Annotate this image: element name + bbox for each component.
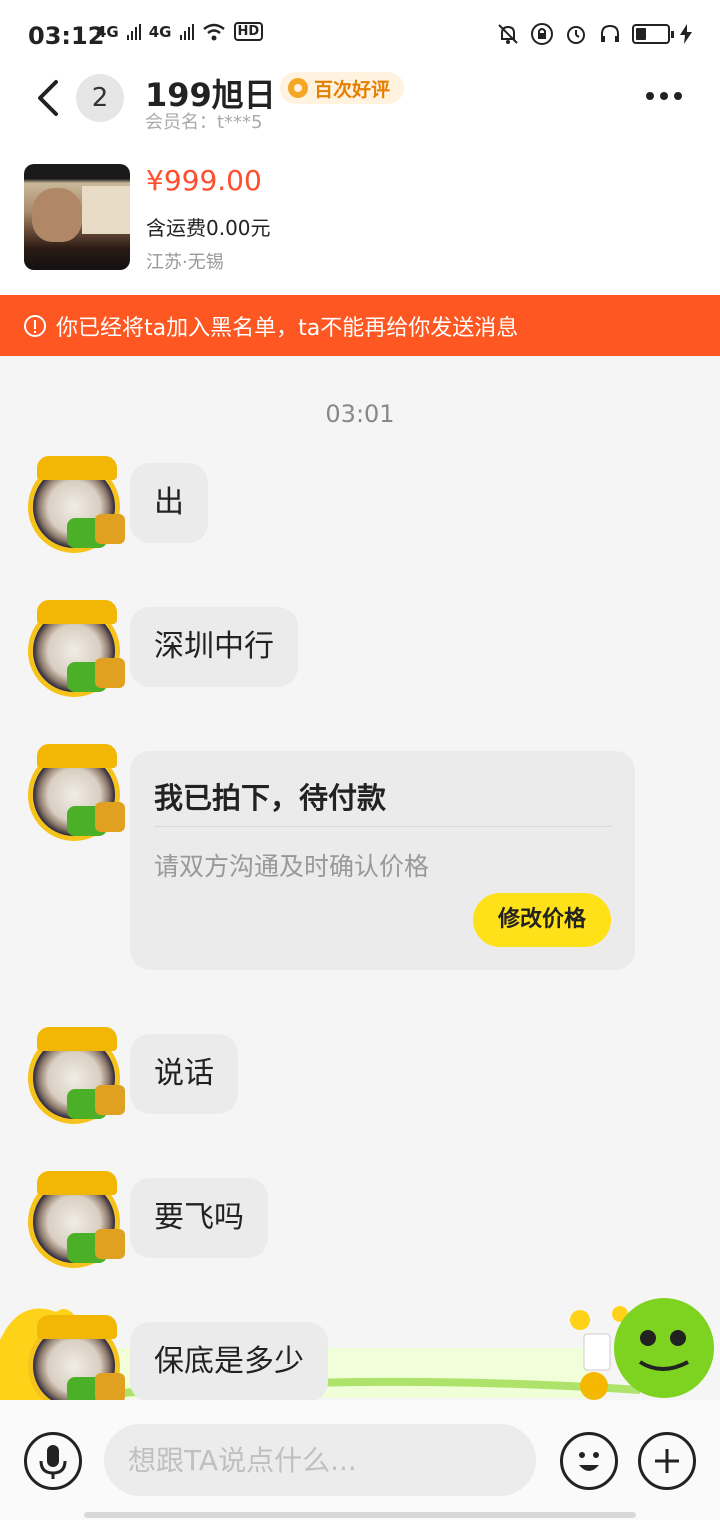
chat-timestamp: 03:01 [325,400,395,428]
home-indicator[interactable] [84,1512,636,1518]
hd-icon: HD [233,22,264,41]
order-card-subtitle: 请双方沟通及时确认价格 [154,852,430,881]
battery-icon [632,24,674,44]
avatar-frame-chest [95,1373,125,1403]
order-card-divider [154,826,612,827]
avatar-frame-chest [95,1085,125,1115]
avatar-frame-crown [37,1027,117,1051]
thumbnail-background [82,186,130,234]
sender-avatar[interactable] [28,744,125,841]
plus-icon [655,1449,679,1473]
system-indicators [496,22,692,46]
avatar-frame-crown [37,600,117,624]
signal-4g-icon: 4G [148,22,172,41]
emoji-button[interactable] [560,1432,618,1490]
message-bubble[interactable]: 要飞吗 [130,1178,268,1258]
signal-4g-icon: 4G [96,22,119,41]
order-card-title: 我已拍下，待付款 [154,781,387,815]
more-dot-icon [646,92,654,100]
avatar-frame-crown [37,744,117,768]
thumbnail-figure [32,188,82,242]
more-actions-button[interactable] [638,1432,696,1490]
signal-bars-icon [126,23,141,40]
avatar-frame-crown [37,1171,117,1195]
avatar-frame-crown [37,1315,117,1339]
charging-icon [680,24,692,44]
message-input[interactable] [104,1424,536,1496]
lock-rotation-icon [531,23,553,45]
review-badge-label: 百次好评 [314,78,391,101]
alarm-icon [567,26,585,44]
microphone-icon [39,1445,67,1479]
review-badge: 百次好评 [280,72,405,104]
message-bubble[interactable]: 保底是多少 [130,1322,328,1402]
sender-avatar[interactable] [28,1315,125,1412]
product-location: 江苏·无锡 [146,252,224,273]
sender-avatar[interactable] [28,600,125,697]
avatar-frame-chest [95,514,125,544]
blacklist-banner: 你已经将ta加入黑名单，ta不能再给你发送消息 [0,295,720,356]
member-name: 会员名：t***5 [145,112,263,133]
avatar-frame-chest [95,1229,125,1259]
more-dot-icon [660,92,668,100]
avatar-frame-chest [95,658,125,688]
blacklist-banner-text: 你已经将ta加入黑名单，ta不能再给你发送消息 [56,315,519,341]
alert-icon [24,314,46,337]
status-time: 03:12 [28,22,105,50]
more-options-button[interactable] [646,84,690,108]
sender-avatar[interactable] [28,1027,125,1124]
message-bubble[interactable]: 说话 [130,1034,238,1114]
medal-icon [288,78,308,98]
order-status-card[interactable]: 我已拍下，待付款 请双方沟通及时确认价格 修改价格 [130,751,635,970]
modify-price-button[interactable]: 修改价格 [473,893,611,947]
sender-avatar[interactable] [28,456,125,553]
headphones-icon [601,24,619,42]
signal-bars-icon [179,23,194,40]
status-bar: 03:12 4G 4G HD [0,0,720,70]
back-arrow-icon[interactable] [30,76,66,120]
bell-off-icon [498,24,518,44]
unread-count-badge[interactable]: 2 [76,74,124,122]
voice-input-button[interactable] [24,1432,82,1490]
message-bubble[interactable]: 深圳中行 [130,607,298,687]
shipping-fee: 含运费0.00元 [146,216,271,240]
chat-header: 2 199旭日 百次好评 会员名：t***5 [0,70,720,150]
product-price: ¥999.00 [146,164,262,197]
more-dot-icon [674,92,682,100]
avatar-frame-chest [95,802,125,832]
wifi-icon [202,23,225,40]
avatar-frame-crown [37,456,117,480]
message-bubble[interactable]: 出 [130,463,208,543]
network-indicators: 4G 4G HD [96,22,264,41]
emoji-icon [579,1452,599,1471]
sender-avatar[interactable] [28,1171,125,1268]
input-bar [0,1400,720,1520]
product-thumbnail[interactable] [24,164,130,270]
product-card[interactable]: ¥999.00 含运费0.00元 江苏·无锡 [0,150,720,295]
